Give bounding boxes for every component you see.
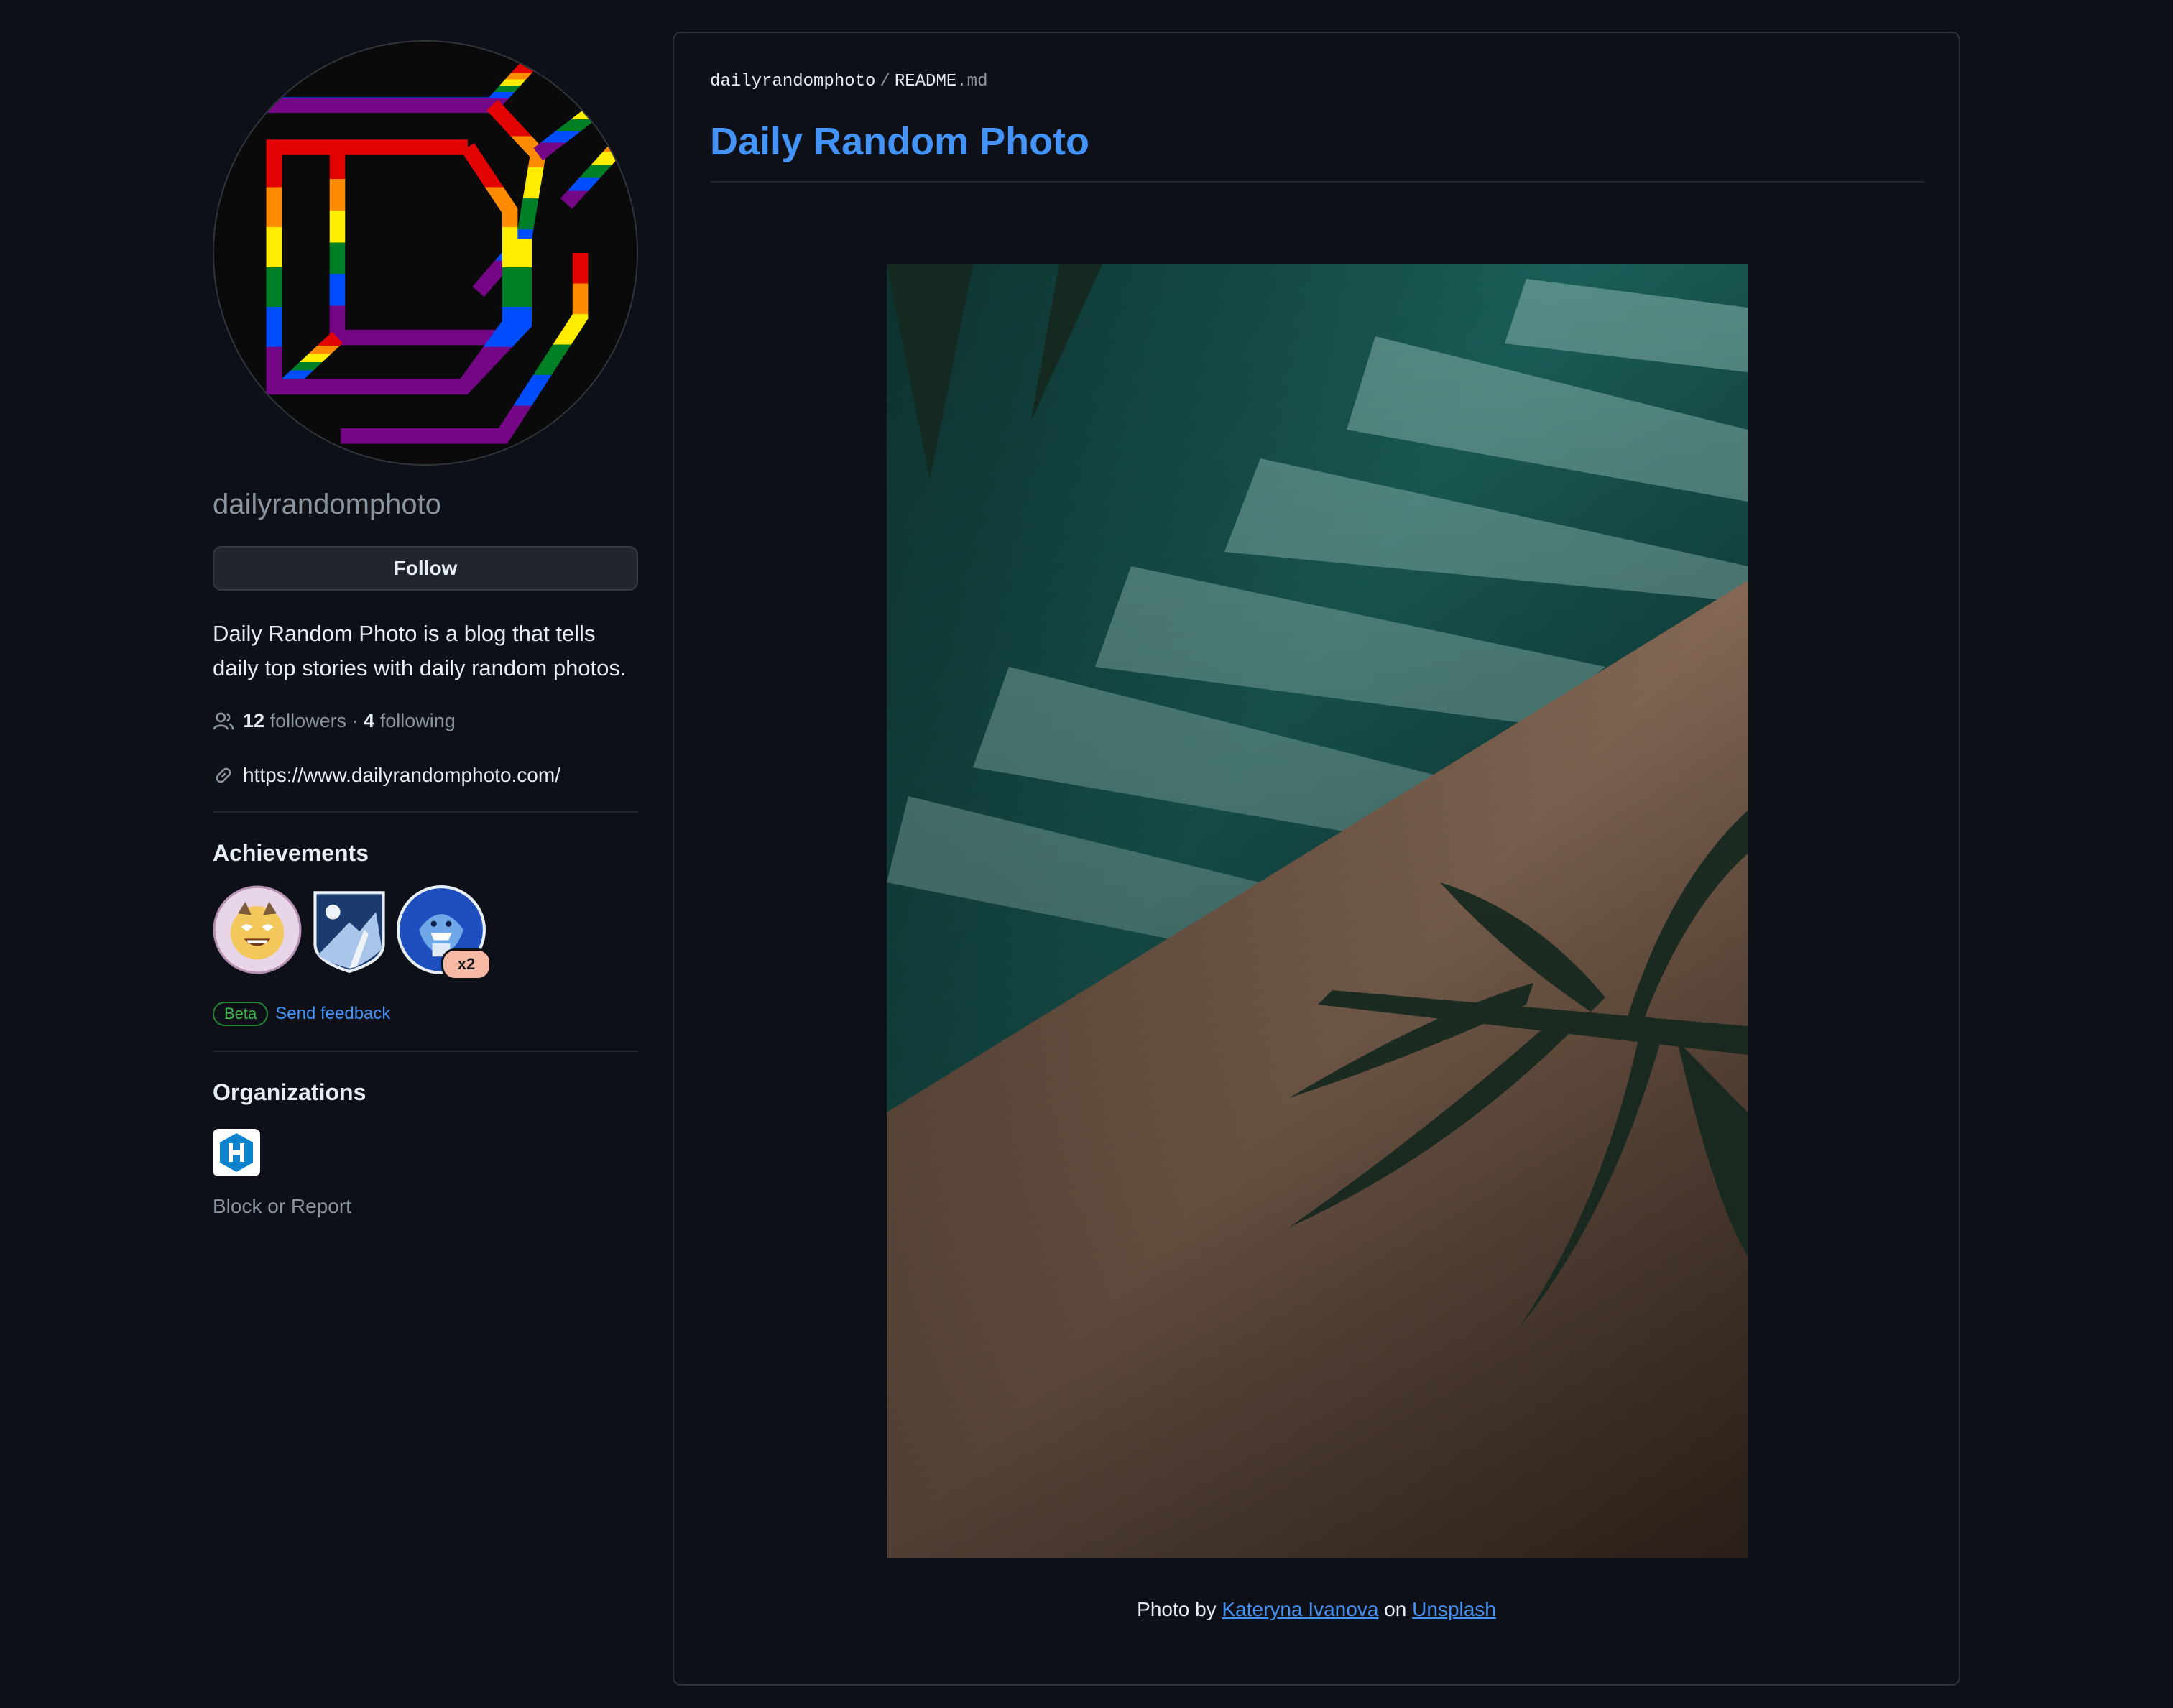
follow-stats: 12 followers · 4 following (213, 710, 638, 732)
beta-feedback: Beta Send feedback (213, 1002, 638, 1026)
readme-path-file[interactable]: README (895, 72, 956, 91)
pool-photo-image (887, 264, 1748, 1558)
hexo-logo-icon (213, 1129, 260, 1176)
profile-username: dailyrandomphoto (213, 489, 441, 520)
caption-mid: on (1384, 1598, 1407, 1620)
unsplash-link[interactable]: Unsplash (1412, 1598, 1496, 1620)
readme-panel: dailyrandomphoto / README.md Daily Random … (673, 32, 1960, 1686)
followers-count[interactable]: 12 (243, 710, 264, 732)
starstruck-icon (213, 885, 302, 974)
followers-link[interactable]: followers (270, 710, 347, 732)
link-icon (216, 767, 231, 783)
readme-title[interactable]: Daily Random Photo (710, 119, 1089, 164)
following-link[interactable]: following (380, 710, 456, 732)
people-icon (213, 711, 234, 730)
readme-path: dailyrandomphoto / README.md (710, 72, 987, 91)
arctic-vault-icon (313, 891, 385, 974)
hexo-org-icon[interactable] (213, 1129, 260, 1176)
readme-path-ext: .md (956, 72, 988, 91)
rainbow-logo-icon (214, 42, 637, 464)
avatar[interactable] (213, 40, 638, 466)
caption-prefix: Photo by (1137, 1598, 1217, 1620)
divider (213, 1051, 638, 1052)
send-feedback-link[interactable]: Send feedback (275, 1004, 390, 1024)
daily-photo (887, 264, 1748, 1558)
arctic-code-vault-badge[interactable] (305, 885, 394, 974)
follow-button[interactable]: Follow (213, 546, 638, 591)
readme-path-user[interactable]: dailyrandomphoto (710, 72, 875, 91)
divider (213, 811, 638, 813)
achievements-heading: Achievements (213, 840, 369, 866)
photo-caption: Photo by Kateryna Ivanova on Unsplash (674, 1598, 1959, 1621)
readme-divider (710, 181, 1924, 183)
blog-url-link[interactable]: https://www.dailyrandomphoto.com/ (243, 764, 560, 787)
stats-separator: · (351, 710, 359, 731)
block-report-link[interactable]: Block or Report (213, 1195, 638, 1218)
beta-label: Beta (213, 1002, 269, 1026)
pull-shark-count: x2 (441, 948, 492, 980)
organizations-heading: Organizations (213, 1079, 366, 1105)
profile-sidebar: dailyrandomphoto Follow Daily Random Pho… (213, 40, 638, 1218)
photographer-link[interactable]: Kateryna Ivanova (1222, 1598, 1378, 1620)
starstruck-badge[interactable] (213, 885, 302, 974)
achievement-badges: x2 (213, 885, 638, 980)
path-separator: / (880, 72, 890, 91)
following-count[interactable]: 4 (364, 710, 374, 732)
profile-bio: Daily Random Photo is a blog that tells … (213, 621, 627, 680)
blog-link-row: https://www.dailyrandomphoto.com/ (213, 764, 638, 787)
